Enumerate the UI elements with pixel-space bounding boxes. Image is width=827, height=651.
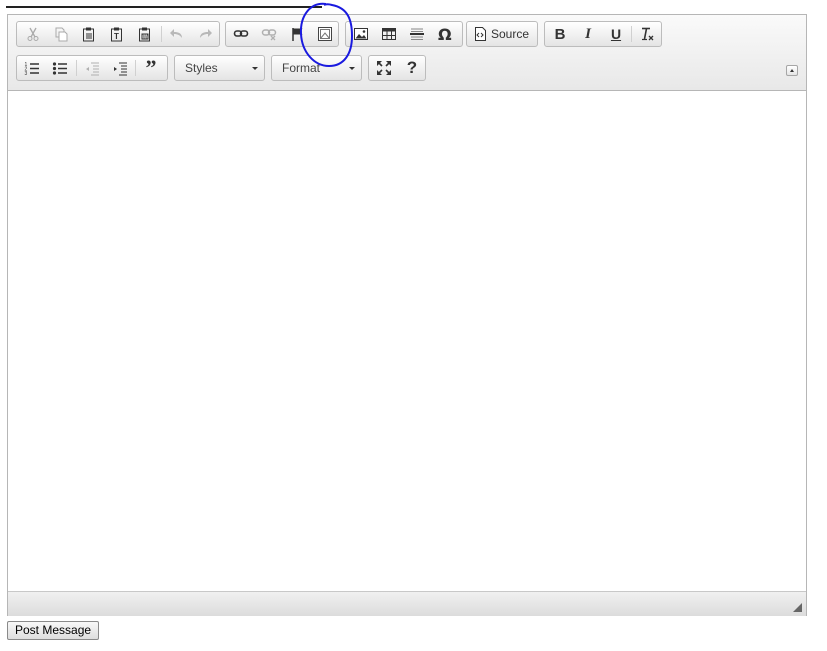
help-icon: ? [406, 58, 418, 77]
undo-button[interactable] [165, 24, 189, 44]
cut-icon [27, 27, 39, 41]
source-button[interactable]: Source [470, 24, 534, 44]
outdent-button[interactable] [80, 58, 104, 78]
toolbar-separator [76, 60, 77, 76]
special-char-button[interactable]: Ω [433, 24, 457, 44]
top-divider-line [6, 6, 322, 8]
maximize-button[interactable] [372, 58, 396, 78]
rich-text-editor: T W Ω Source B I U 1 2 3 ” Styles Format… [7, 14, 807, 616]
paste-text-button[interactable]: T [105, 24, 129, 44]
editor-bottom-bar [8, 591, 806, 616]
blockquote-icon: ” [145, 55, 157, 80]
svg-text:W: W [143, 34, 148, 40]
link-button[interactable] [229, 24, 253, 44]
paste-word-icon: W [139, 27, 150, 42]
collapse-toolbar-button[interactable] [786, 65, 798, 76]
styles-dropdown[interactable]: Styles [174, 55, 265, 81]
svg-text:Ω: Ω [438, 26, 452, 42]
chevron-down-icon [252, 67, 258, 70]
underline-icon: U [610, 26, 622, 42]
redo-button[interactable] [193, 24, 217, 44]
maximize-icon [376, 60, 392, 76]
paste-icon [83, 27, 94, 42]
bold-icon: B [554, 25, 566, 43]
basic-styles-group: B I U [544, 21, 662, 47]
source-label: Source [491, 27, 530, 41]
cut-button[interactable] [21, 24, 45, 44]
bold-button[interactable]: B [548, 24, 572, 44]
numbered-list-icon: 123 [25, 62, 39, 76]
indent-button[interactable] [108, 58, 132, 78]
bulleted-list-button[interactable] [48, 58, 72, 78]
remove-format-button[interactable] [635, 24, 659, 44]
indent-icon [114, 62, 127, 76]
help-button[interactable]: ? [400, 58, 424, 78]
toolbar-separator [161, 26, 162, 42]
svg-text:T: T [114, 32, 119, 41]
italic-button[interactable]: I [576, 24, 600, 44]
outdent-icon [86, 62, 99, 76]
paste-button[interactable] [77, 24, 101, 44]
source-group: Source [466, 21, 538, 47]
italic-icon: I [585, 25, 591, 42]
unlink-icon [261, 29, 277, 41]
undo-icon [170, 29, 182, 38]
paste-word-button[interactable]: W [133, 24, 157, 44]
annotation-circle [299, 2, 354, 68]
underline-button[interactable]: U [604, 24, 628, 44]
numbered-list-button[interactable]: 123 [20, 58, 44, 78]
redo-icon [200, 29, 212, 38]
toolbar-separator [135, 60, 136, 76]
svg-text:3: 3 [25, 71, 28, 76]
styles-dropdown-label: Styles [185, 61, 218, 75]
insert-group: Ω [345, 21, 463, 47]
clipboard-group: T W [16, 21, 220, 47]
copy-icon [55, 27, 68, 42]
special-char-icon: Ω [438, 26, 452, 42]
link-icon [233, 30, 249, 37]
horizontal-line-icon [410, 28, 424, 40]
copy-button[interactable] [49, 24, 73, 44]
unlink-button[interactable] [257, 24, 281, 44]
horizontal-line-button[interactable] [405, 24, 429, 44]
remove-format-icon [642, 27, 654, 41]
table-button[interactable] [377, 24, 401, 44]
blockquote-button[interactable]: ” [139, 55, 163, 80]
editor-toolbar: T W Ω Source B I U 1 2 3 ” Styles Format… [8, 15, 806, 91]
bulleted-list-icon [52, 62, 67, 75]
table-icon [382, 28, 396, 40]
lists-group: 123 ” [16, 55, 168, 81]
toolbar-separator [631, 26, 632, 42]
post-message-button[interactable]: Post Message [7, 621, 100, 640]
tools-group: ? [368, 55, 426, 81]
paste-text-icon: T [111, 27, 122, 42]
resize-handle[interactable] [793, 603, 802, 612]
source-icon [475, 27, 486, 41]
editor-content-area[interactable] [8, 91, 806, 590]
